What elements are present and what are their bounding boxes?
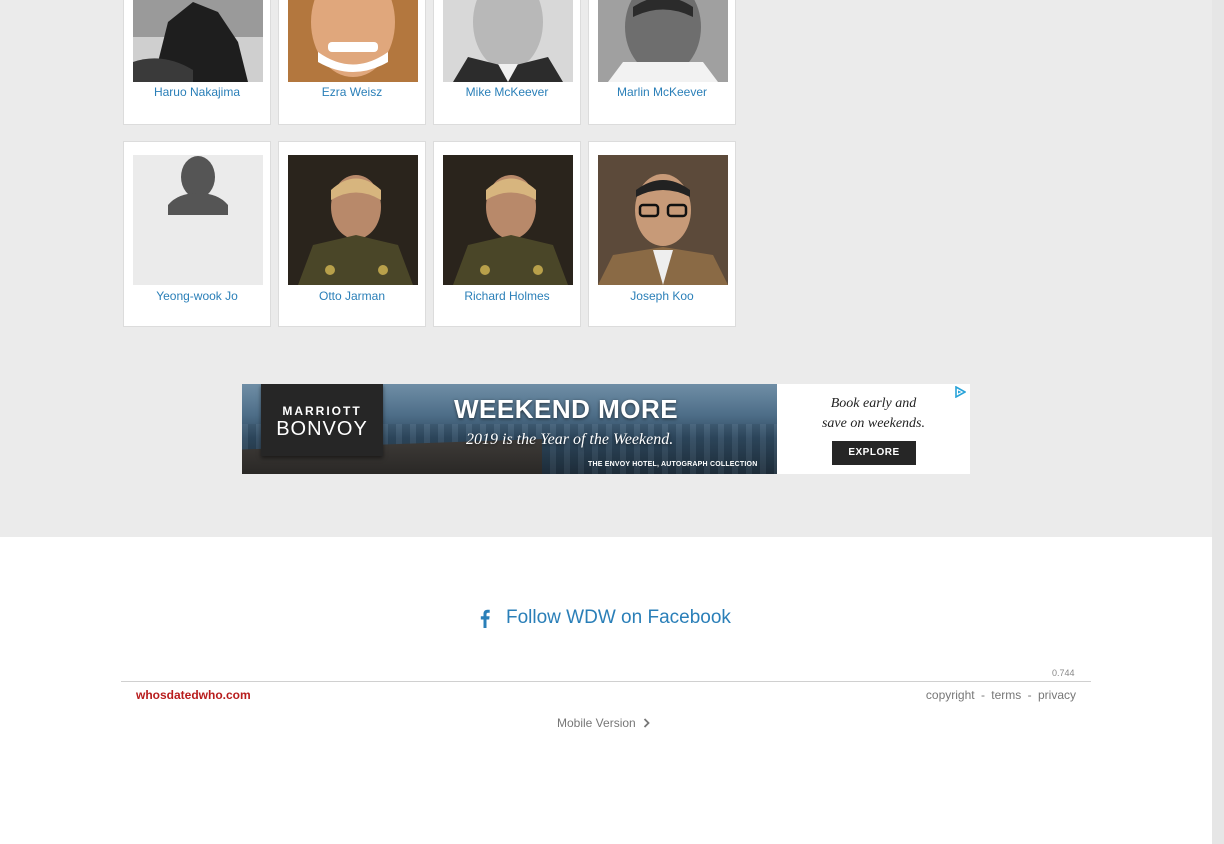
version-number: 0.744 — [1052, 668, 1075, 678]
facebook-icon — [480, 609, 490, 628]
page-scrollbar[interactable] — [1212, 0, 1224, 844]
link-separator: - — [1027, 688, 1032, 702]
chevron-right-icon — [643, 718, 650, 728]
photo-haruo-nakajima — [133, 0, 263, 82]
ad-brand-logo[interactable]: MARRIOTT BONVOY — [261, 384, 383, 456]
person-name-link[interactable]: Ezra Weisz — [279, 85, 425, 99]
ad-brand-line1: MARRIOTT — [282, 404, 362, 418]
person-card[interactable]: Mike McKeever — [433, 0, 581, 125]
person-name-link[interactable]: Joseph Koo — [589, 289, 735, 303]
ad-cta-panel: Book early and save on weekends. EXPLORE — [777, 384, 970, 474]
terms-link[interactable]: terms — [991, 688, 1021, 702]
ad-hotel-name: THE ENVOY HOTEL, AUTOGRAPH COLLECTION — [588, 461, 758, 468]
adchoices-icon[interactable] — [954, 386, 966, 398]
privacy-link[interactable]: privacy — [1038, 688, 1076, 702]
person-photo[interactable] — [443, 0, 573, 82]
ad-subline: 2019 is the Year of the Weekend. — [466, 431, 674, 448]
default-avatar-icon — [133, 155, 263, 285]
photo-joseph-koo — [598, 155, 728, 285]
mobile-version-link[interactable]: Mobile Version — [557, 716, 650, 730]
person-card[interactable]: Marlin McKeever — [588, 0, 736, 125]
copyright-link[interactable]: copyright — [926, 688, 975, 702]
celebrity-grid-area: Haruo Nakajima Ezra Weisz Mike McKeever — [0, 0, 1212, 537]
facebook-follow-label: Follow WDW on Facebook — [506, 607, 731, 628]
person-card[interactable]: Haruo Nakajima — [123, 0, 271, 125]
person-card[interactable]: Ezra Weisz — [278, 0, 426, 125]
footer-divider — [121, 681, 1091, 682]
ad-brand-line2: BONVOY — [276, 418, 368, 440]
person-name-link[interactable]: Richard Holmes — [434, 289, 580, 303]
site-home-link[interactable]: whosdatedwho.com — [136, 688, 251, 702]
person-photo[interactable] — [133, 155, 263, 285]
person-photo[interactable] — [443, 155, 573, 285]
person-name-link[interactable]: Otto Jarman — [279, 289, 425, 303]
person-photo[interactable] — [598, 0, 728, 82]
person-card[interactable]: Joseph Koo — [588, 141, 736, 327]
person-name-link[interactable]: Yeong-wook Jo — [124, 289, 270, 303]
photo-otto-jarman — [288, 155, 418, 285]
ad-explore-button[interactable]: EXPLORE — [832, 441, 916, 465]
person-name-link[interactable]: Mike McKeever — [434, 85, 580, 99]
link-separator: - — [980, 688, 985, 702]
footer-legal-links: copyright - terms - privacy — [926, 688, 1076, 702]
mobile-version-label: Mobile Version — [557, 716, 636, 730]
ad-tagline-line1: Book early and — [830, 396, 917, 411]
photo-richard-holmes — [443, 155, 573, 285]
person-photo[interactable] — [288, 0, 418, 82]
ad-tagline: Book early and save on weekends. — [777, 394, 970, 434]
person-name-link[interactable]: Marlin McKeever — [589, 85, 735, 99]
person-photo[interactable] — [133, 0, 263, 82]
person-card[interactable]: Otto Jarman — [278, 141, 426, 327]
person-card[interactable]: Yeong-wook Jo — [123, 141, 271, 327]
person-photo[interactable] — [288, 155, 418, 285]
photo-mike-mckeever — [443, 0, 573, 82]
ad-headline: WEEKEND MORE — [454, 394, 679, 424]
photo-ezra-weisz — [288, 0, 418, 82]
person-photo[interactable] — [598, 155, 728, 285]
person-name-link[interactable]: Haruo Nakajima — [124, 85, 270, 99]
ad-tagline-line2: save on weekends. — [821, 416, 926, 431]
photo-marlin-mckeever — [598, 0, 728, 82]
facebook-follow-link[interactable]: Follow WDW on Facebook — [478, 606, 731, 630]
advertisement-banner[interactable]: MARRIOTT BONVOY WEEKEND MORE 2019 is the… — [242, 384, 970, 474]
page-footer: Follow WDW on Facebook 0.744 whosdatedwh… — [0, 537, 1212, 844]
person-card[interactable]: Richard Holmes — [433, 141, 581, 327]
